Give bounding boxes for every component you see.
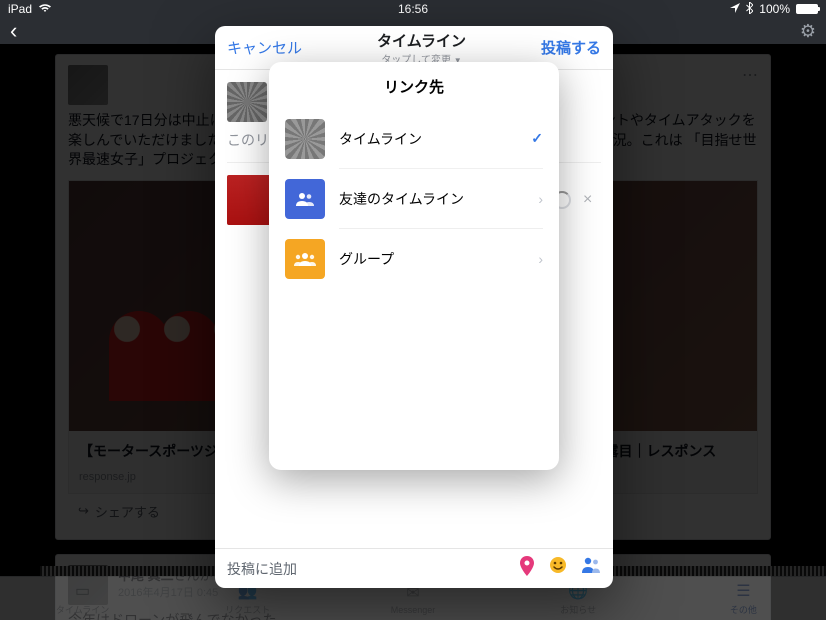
carrier-label: iPad	[8, 2, 32, 16]
bluetooth-icon	[746, 2, 753, 17]
audience-selector[interactable]: タイムライン タップして変更 ▼	[377, 30, 466, 66]
back-button[interactable]: ‹	[10, 18, 17, 44]
popover-title: リンク先	[269, 62, 559, 109]
option-label: タイムライン	[339, 129, 422, 149]
compose-avatar	[227, 82, 267, 122]
settings-button[interactable]: ⚙	[800, 21, 816, 42]
remove-link-button[interactable]: ×	[583, 191, 601, 209]
popover-options-list: タイムライン ✓ 友達のタイムライン › グループ ›	[269, 109, 559, 289]
option-friends-timeline[interactable]: 友達のタイムライン ›	[269, 169, 559, 229]
wifi-icon	[38, 2, 52, 16]
add-to-post-label: 投稿に追加	[227, 559, 297, 579]
feeling-icon[interactable]	[549, 556, 567, 581]
checkmark-icon: ✓	[531, 130, 543, 147]
option-groups[interactable]: グループ ›	[269, 229, 559, 289]
status-bar: iPad 16:56 100%	[0, 0, 826, 18]
option-label: グループ	[339, 249, 394, 269]
battery-icon	[796, 4, 818, 14]
post-button[interactable]: 投稿する	[541, 37, 601, 58]
friends-timeline-icon	[285, 179, 325, 219]
compose-title: タイムライン	[377, 30, 466, 51]
compose-footer: 投稿に追加	[215, 548, 613, 588]
cancel-button[interactable]: キャンセル	[227, 37, 302, 58]
option-timeline[interactable]: タイムライン ✓	[269, 109, 559, 169]
location-icon	[730, 2, 740, 16]
timeline-icon	[285, 119, 325, 159]
tag-people-icon[interactable]	[581, 556, 601, 581]
option-label: 友達のタイムライン	[339, 189, 464, 209]
chevron-right-icon: ›	[538, 251, 543, 267]
clock: 16:56	[398, 2, 428, 16]
groups-icon	[285, 239, 325, 279]
share-destination-popover: リンク先 タイムライン ✓ 友達のタイムライン › グループ ›	[269, 62, 559, 470]
location-icon[interactable]	[519, 556, 535, 581]
battery-percent: 100%	[759, 2, 790, 16]
chevron-right-icon: ›	[538, 191, 543, 207]
